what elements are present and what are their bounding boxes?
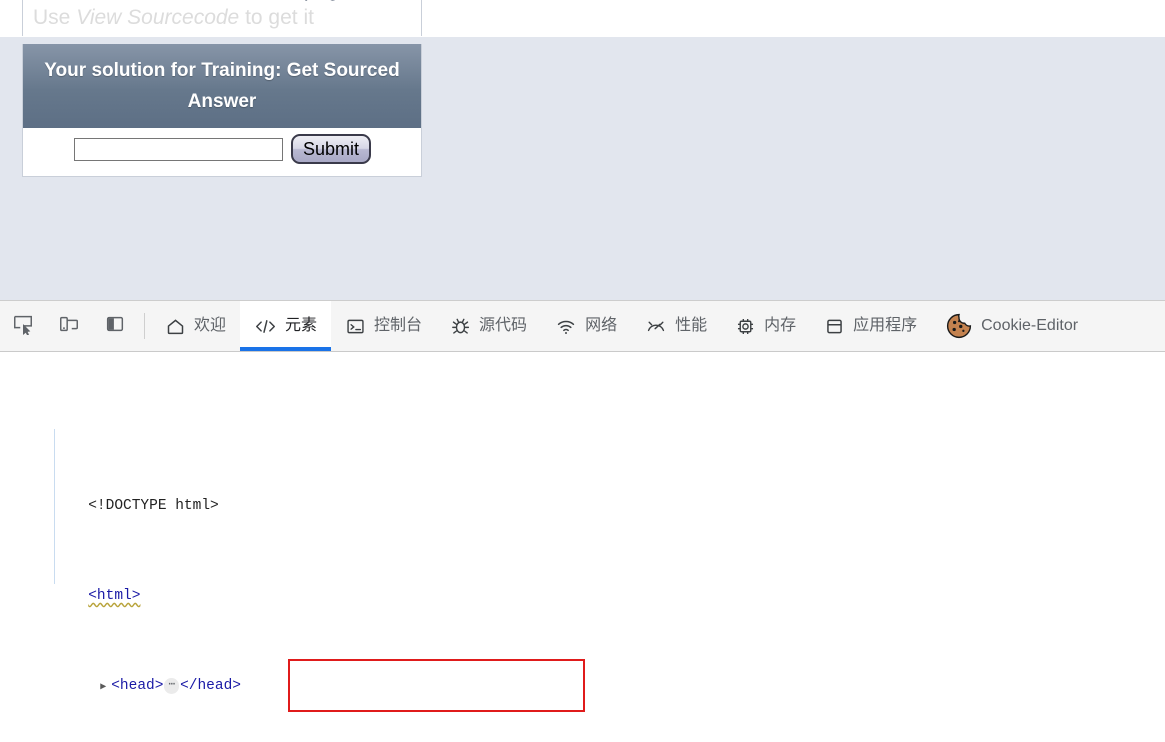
dom-tree[interactable]: <!DOCTYPE html> <html> ▶<head>⋯</head> ⋯…	[0, 352, 1165, 742]
tab-console-label: 控制台	[374, 317, 423, 334]
collapsed-children-icon[interactable]: ⋯	[164, 678, 180, 694]
solution-panel-header: Your solution for Training: Get Sourced …	[23, 44, 421, 128]
dom-row-head[interactable]: ▶ <head> ⋯ </head>	[0, 653, 1165, 694]
tab-application-label: 应用程序	[853, 317, 918, 334]
head-open-tag: <head>	[111, 678, 164, 694]
solution-panel-body: Submit	[23, 128, 421, 176]
solution-panel: Your solution for Training: Get Sourced …	[22, 44, 422, 177]
tab-cookie-editor[interactable]: Cookie-Editor	[931, 301, 1092, 351]
doctype-text: <!DOCTYPE html>	[88, 498, 219, 514]
expand-triangle-head-icon[interactable]: ▶	[100, 677, 111, 700]
dom-row-html-open[interactable]: <html>	[0, 563, 1165, 604]
tab-memory[interactable]: 内存	[721, 301, 810, 351]
submit-button[interactable]: Submit	[291, 134, 371, 164]
intro-emphasis: View Sourcecode	[76, 6, 240, 29]
tab-welcome-label: 欢迎	[194, 317, 227, 334]
tab-memory-label: 内存	[764, 317, 797, 334]
intro-subheading: Use View Sourcecode to get it	[33, 4, 413, 32]
gauge-performance-icon	[645, 316, 667, 337]
solution-panel-title: Your solution for Training: Get Sourced	[44, 60, 400, 81]
intro-suffix: to get it	[239, 6, 314, 29]
tab-network-label: 网络	[585, 317, 618, 334]
intro-prefix: Use	[33, 6, 77, 29]
wifi-network-icon	[555, 316, 577, 337]
tab-sources-label: 源代码	[479, 317, 528, 334]
home-icon	[165, 316, 186, 337]
web-page-content: The solution is hidden in this page Use …	[0, 0, 1165, 300]
tab-elements[interactable]: 元素	[240, 301, 332, 351]
tab-performance[interactable]: 性能	[631, 301, 721, 351]
inspect-element-icon	[12, 313, 34, 340]
solution-panel-subtitle: Answer	[187, 91, 257, 112]
intro-text-box: The solution is hidden in this page Use …	[22, 0, 422, 36]
tab-network[interactable]: 网络	[541, 301, 631, 351]
toolbar-separator	[144, 313, 145, 339]
dock-panel-button[interactable]	[92, 301, 138, 351]
devtools-toolbar: 欢迎 元素 控制台 源代码 网络 性能 内存 应用程序 Cookie-Edito…	[0, 301, 1165, 352]
tab-cookie-editor-label: Cookie-Editor	[981, 317, 1079, 334]
application-box-icon	[824, 316, 845, 337]
devtools-panel: 欢迎 元素 控制台 源代码 网络 性能 内存 应用程序 Cookie-Edito…	[0, 300, 1165, 742]
code-brackets-icon	[254, 316, 277, 337]
head-close-tag: </head>	[180, 678, 241, 694]
memory-chip-icon	[735, 316, 756, 337]
device-toolbar-button[interactable]	[46, 301, 92, 351]
inspect-element-button[interactable]	[0, 301, 46, 351]
bug-sources-icon	[450, 316, 471, 337]
tab-welcome[interactable]: 欢迎	[151, 301, 240, 351]
device-toolbar-icon	[58, 313, 80, 340]
dock-panel-icon	[104, 313, 126, 340]
cookie-icon	[945, 312, 973, 340]
html-open-tag: <html>	[88, 588, 141, 604]
tab-console[interactable]: 控制台	[331, 301, 436, 351]
dom-row-doctype[interactable]: <!DOCTYPE html>	[0, 473, 1165, 514]
tab-application[interactable]: 应用程序	[810, 301, 931, 351]
answer-input[interactable]	[74, 138, 283, 161]
tab-sources[interactable]: 源代码	[436, 301, 541, 351]
tab-performance-label: 性能	[675, 317, 708, 334]
tab-elements-label: 元素	[285, 317, 318, 334]
console-terminal-icon	[345, 316, 366, 337]
